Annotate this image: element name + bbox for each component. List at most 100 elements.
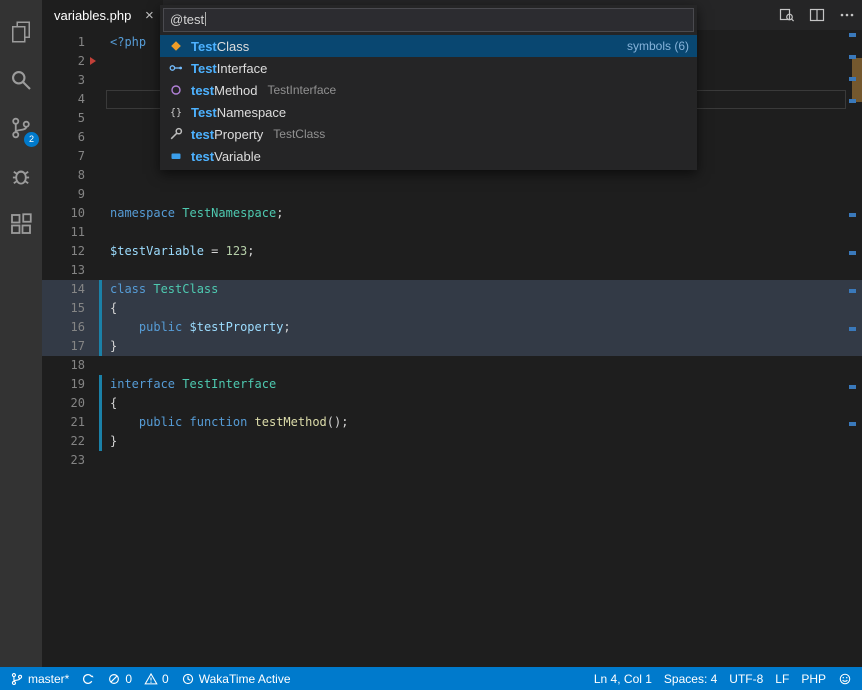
status-wakatime-label: WakaTime Active — [199, 672, 291, 686]
line-code[interactable]: public $testProperty; — [110, 318, 291, 337]
token: TestInterface — [182, 377, 276, 391]
status-cursor-position-label: Ln 4, Col 1 — [594, 672, 652, 686]
result-label-match: test — [191, 83, 214, 98]
preview-icon — [779, 7, 795, 23]
overview-match-mark — [849, 422, 856, 426]
status-encoding[interactable]: UTF-8 — [729, 667, 763, 690]
quick-open-result[interactable]: {}TestNamespace — [160, 101, 697, 123]
token: $testVariable — [110, 244, 204, 258]
line-number[interactable]: 7 — [42, 147, 85, 166]
line-number[interactable]: 23 — [42, 451, 85, 470]
line-number[interactable]: 12 — [42, 242, 85, 261]
line-number[interactable]: 9 — [42, 185, 85, 204]
result-label: Variable — [214, 149, 261, 164]
line-number[interactable]: 1 — [42, 33, 85, 52]
activity-bar-item-debug[interactable] — [0, 152, 42, 200]
split-editor-button[interactable] — [808, 6, 826, 24]
tab-label: variables.php — [54, 8, 131, 23]
token: namespace — [110, 206, 175, 220]
token — [110, 320, 139, 334]
status-indentation[interactable]: Spaces: 4 — [664, 667, 717, 690]
git-modified-indicator — [99, 413, 102, 432]
code-line-18: 18 — [42, 356, 862, 375]
token — [182, 415, 189, 429]
overview-ruler[interactable] — [848, 30, 862, 667]
editor-tab[interactable]: variables.php × — [42, 0, 163, 30]
activity-bar-item-source-control[interactable]: 2 — [0, 104, 42, 152]
line-number[interactable]: 13 — [42, 261, 85, 280]
line-number[interactable]: 20 — [42, 394, 85, 413]
status-language-mode[interactable]: PHP — [801, 667, 826, 690]
line-number[interactable]: 5 — [42, 109, 85, 128]
svg-text:{}: {} — [170, 108, 182, 119]
line-code[interactable]: namespace TestNamespace; — [110, 204, 283, 223]
line-number[interactable]: 18 — [42, 356, 85, 375]
line-number[interactable]: 15 — [42, 299, 85, 318]
line-number[interactable]: 10 — [42, 204, 85, 223]
status-warnings-label: 0 — [162, 672, 169, 686]
status-errors[interactable]: 0 — [107, 667, 132, 690]
line-number[interactable]: 22 — [42, 432, 85, 451]
method-icon — [168, 82, 184, 98]
token: = — [204, 244, 226, 258]
line-number[interactable]: 19 — [42, 375, 85, 394]
line-code[interactable]: interface TestInterface — [110, 375, 276, 394]
line-number[interactable]: 3 — [42, 71, 85, 90]
line-code[interactable]: <?php — [110, 33, 146, 52]
split-icon — [809, 7, 825, 23]
code-line-11: 11 — [42, 223, 862, 242]
line-code[interactable]: $testVariable = 123; — [110, 242, 255, 261]
line-number[interactable]: 2 — [42, 52, 85, 71]
code-line-14: 14 class TestClass — [42, 280, 862, 299]
quick-open-result[interactable]: testMethodTestInterface — [160, 79, 697, 101]
code-line-12: 12 $testVariable = 123; — [42, 242, 862, 261]
quick-open-input[interactable]: @test — [163, 8, 694, 32]
line-code[interactable]: } — [110, 432, 117, 451]
overview-match-mark — [849, 99, 856, 103]
quick-open-result[interactable]: testVariable — [160, 145, 697, 167]
status-sync[interactable] — [81, 667, 95, 690]
line-code[interactable]: { — [110, 394, 117, 413]
line-number[interactable]: 6 — [42, 128, 85, 147]
line-number[interactable]: 21 — [42, 413, 85, 432]
line-code[interactable]: } — [110, 337, 117, 356]
result-label: Property — [214, 127, 263, 142]
line-number[interactable]: 11 — [42, 223, 85, 242]
line-code[interactable]: public function testMethod(); — [110, 413, 348, 432]
token — [110, 415, 139, 429]
token: TestClass — [153, 282, 218, 296]
token: (); — [327, 415, 349, 429]
more-actions-button[interactable] — [838, 6, 856, 24]
line-code[interactable]: class TestClass — [110, 280, 218, 299]
code-line-19: 19 interface TestInterface — [42, 375, 862, 394]
line-number[interactable]: 4 — [42, 90, 85, 109]
line-code[interactable]: { — [110, 299, 117, 318]
namespace-icon: {} — [168, 104, 184, 120]
line-number[interactable]: 14 — [42, 280, 85, 299]
overview-match-mark — [849, 55, 856, 59]
activity-bar-item-explorer[interactable] — [0, 8, 42, 56]
branch-small-icon — [10, 672, 24, 686]
activity-bar-item-extensions[interactable] — [0, 200, 42, 248]
line-number[interactable]: 8 — [42, 166, 85, 185]
result-detail: TestClass — [273, 127, 325, 141]
line-number[interactable]: 17 — [42, 337, 85, 356]
status-wakatime[interactable]: WakaTime Active — [181, 667, 291, 690]
quick-open-result[interactable]: TestInterface — [160, 57, 697, 79]
overview-match-mark — [849, 33, 856, 37]
git-modified-indicator — [99, 318, 102, 337]
error-icon — [107, 672, 121, 686]
line-number[interactable]: 16 — [42, 318, 85, 337]
status-warnings[interactable]: 0 — [144, 667, 169, 690]
quick-open-result[interactable]: TestClasssymbols (6) — [160, 35, 697, 57]
status-cursor-position[interactable]: Ln 4, Col 1 — [594, 667, 652, 690]
status-feedback[interactable] — [838, 667, 852, 690]
quick-open-result[interactable]: testPropertyTestClass — [160, 123, 697, 145]
code-line-22: 22} — [42, 432, 862, 451]
code-line-17: 17} — [42, 337, 862, 356]
status-git-branch[interactable]: master* — [10, 667, 69, 690]
activity-bar-item-search[interactable] — [0, 56, 42, 104]
status-eol[interactable]: LF — [775, 667, 789, 690]
open-preview-button[interactable] — [778, 6, 796, 24]
tab-close-icon[interactable]: × — [141, 7, 157, 24]
